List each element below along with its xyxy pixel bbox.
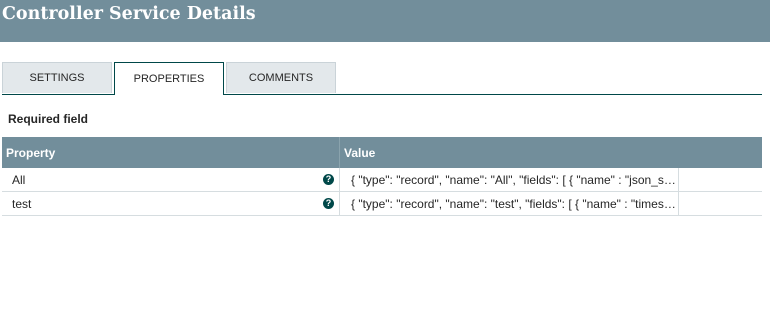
tab-bar: SETTINGS PROPERTIES COMMENTS	[0, 62, 770, 96]
column-header-value[interactable]: Value	[344, 146, 375, 160]
column-header-property[interactable]: Property	[6, 146, 55, 160]
cell-divider	[678, 192, 679, 215]
tab-settings[interactable]: SETTINGS	[2, 62, 112, 93]
property-name: All	[12, 173, 26, 187]
table-header: Property Value	[2, 137, 762, 168]
cell-divider	[339, 168, 340, 191]
properties-table: Property Value All ? { "type": "record",…	[2, 137, 762, 216]
tab-properties[interactable]: PROPERTIES	[114, 62, 224, 95]
property-name: test	[12, 197, 32, 211]
help-icon[interactable]: ?	[323, 174, 334, 185]
table-row[interactable]: All ? { "type": "record", "name": "All",…	[2, 168, 762, 192]
dialog-header: Controller Service Details	[0, 0, 770, 42]
cell-divider	[339, 192, 340, 215]
column-divider[interactable]	[339, 137, 340, 168]
tab-comments[interactable]: COMMENTS	[226, 62, 336, 93]
help-icon[interactable]: ?	[323, 198, 334, 209]
required-field-label: Required field	[8, 112, 89, 126]
cell-divider	[678, 168, 679, 191]
property-value[interactable]: { "type": "record", "name": "test", "fie…	[351, 197, 677, 211]
table-row[interactable]: test ? { "type": "record", "name": "test…	[2, 192, 762, 216]
property-value[interactable]: { "type": "record", "name": "All", "fiel…	[351, 173, 677, 187]
dialog-title: Controller Service Details	[2, 4, 256, 24]
